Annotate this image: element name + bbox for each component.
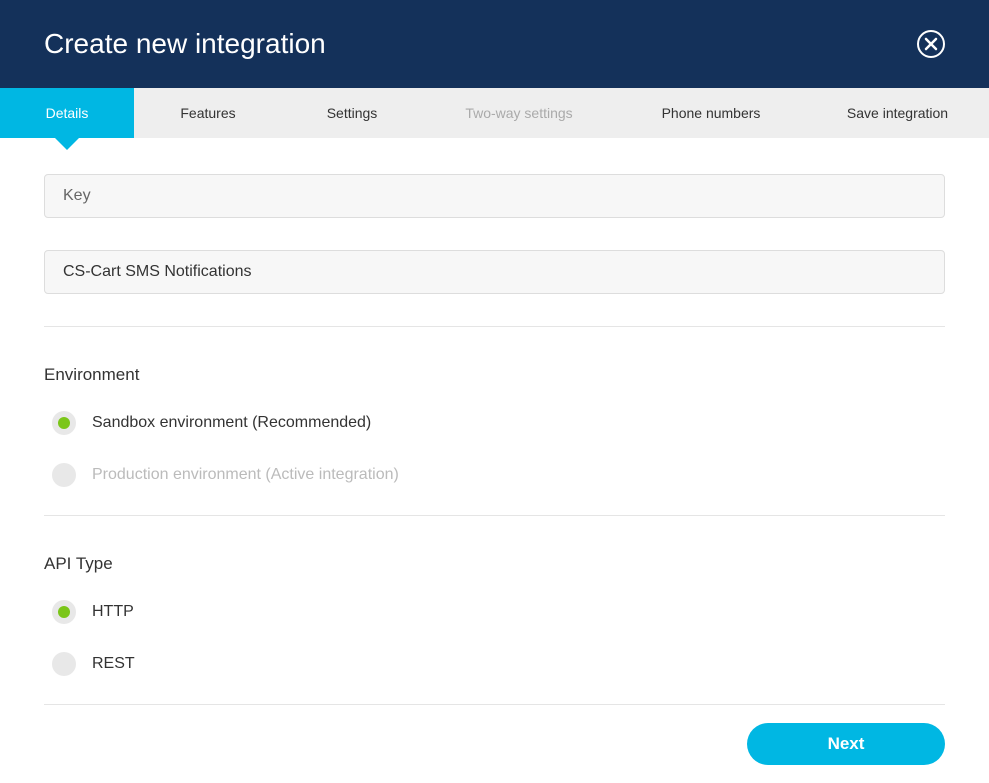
tab-label: Save integration: [847, 105, 948, 121]
modal-title: Create new integration: [44, 28, 326, 60]
next-button[interactable]: Next: [747, 723, 945, 765]
radio-button[interactable]: [52, 600, 76, 624]
tabs-bar: Details Features Settings Two-way settin…: [0, 88, 989, 138]
radio-button[interactable]: [52, 411, 76, 435]
divider: [44, 704, 945, 705]
tab-label: Phone numbers: [662, 105, 761, 121]
radio-label: REST: [92, 655, 135, 673]
environment-label: Environment: [44, 365, 945, 385]
radio-rest[interactable]: REST: [44, 652, 945, 676]
radio-dot-icon: [58, 606, 70, 618]
close-button[interactable]: [917, 30, 945, 58]
modal-header: Create new integration: [0, 0, 989, 88]
tab-label: Details: [46, 105, 89, 121]
tab-details[interactable]: Details: [0, 88, 134, 138]
key-input[interactable]: [44, 174, 945, 218]
divider: [44, 515, 945, 516]
tab-features[interactable]: Features: [134, 88, 282, 138]
radio-label: HTTP: [92, 603, 134, 621]
radio-label: Sandbox environment (Recommended): [92, 414, 371, 432]
radio-button: [52, 463, 76, 487]
radio-dot-icon: [58, 658, 70, 670]
tab-two-way-settings: Two-way settings: [422, 88, 616, 138]
radio-dot-icon: [58, 417, 70, 429]
radio-production: Production environment (Active integrati…: [44, 463, 945, 487]
tab-save-integration[interactable]: Save integration: [806, 88, 989, 138]
close-icon: [924, 37, 938, 51]
form-content: Environment Sandbox environment (Recomme…: [0, 138, 989, 705]
api-type-label: API Type: [44, 554, 945, 574]
tab-label: Settings: [327, 105, 378, 121]
divider: [44, 326, 945, 327]
tab-label: Two-way settings: [465, 105, 572, 121]
radio-dot-icon: [58, 469, 70, 481]
radio-label: Production environment (Active integrati…: [92, 466, 399, 484]
radio-sandbox[interactable]: Sandbox environment (Recommended): [44, 411, 945, 435]
radio-http[interactable]: HTTP: [44, 600, 945, 624]
radio-button[interactable]: [52, 652, 76, 676]
integration-name-input[interactable]: [44, 250, 945, 294]
tab-label: Features: [180, 105, 235, 121]
tab-settings[interactable]: Settings: [282, 88, 422, 138]
tab-phone-numbers[interactable]: Phone numbers: [616, 88, 806, 138]
